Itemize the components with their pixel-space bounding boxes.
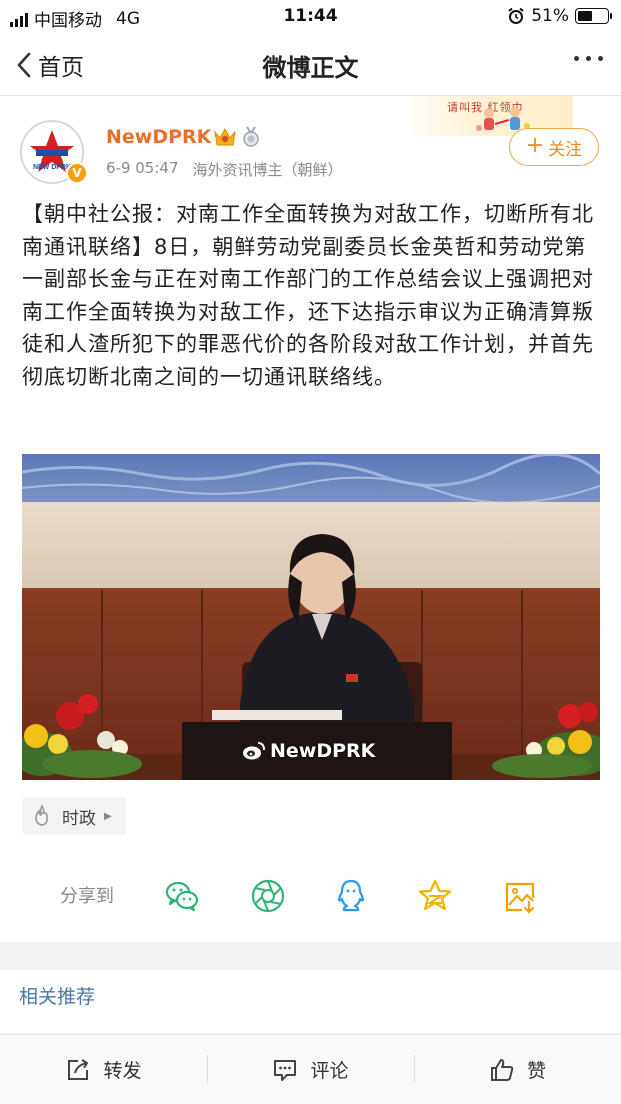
comment-label: 评论 <box>310 1060 349 1082</box>
bottom-toolbar: 转发 评论 赞 <box>0 1034 621 1104</box>
section-divider <box>0 942 621 970</box>
more-dot-icon <box>598 56 603 61</box>
repost-label: 转发 <box>103 1060 142 1082</box>
more-dot-icon <box>586 56 591 61</box>
author-name[interactable]: NewDPRK <box>106 126 211 148</box>
image-watermark: NewDPRK <box>242 740 375 762</box>
alarm-icon <box>508 7 524 24</box>
battery-icon <box>575 8 612 24</box>
plus-icon: + <box>525 133 545 158</box>
weibo-post-page: 中国移动 4G 11:44 51% 首页 微博正文 请叫我 红领巾 NEW DP… <box>0 0 621 1104</box>
crown-badge-icon[interactable] <box>213 126 237 148</box>
share-row: 分享到 <box>0 874 621 918</box>
follow-label: 关注 <box>548 139 583 160</box>
back-button[interactable]: 首页 <box>14 48 84 82</box>
watermark-text: NewDPRK <box>270 740 376 762</box>
like-button[interactable]: 赞 <box>414 1035 621 1104</box>
status-bar: 中国移动 4G 11:44 51% <box>0 0 621 34</box>
like-label: 赞 <box>526 1060 546 1082</box>
caret-right-icon: ▶ <box>104 810 112 822</box>
page-title: 微博正文 <box>262 54 359 82</box>
verified-badge: V <box>66 162 88 184</box>
comment-icon <box>274 1059 297 1081</box>
post-text: 【朝中社公报：对南工作全面转换为对敌工作，切断所有北南通讯联络】8日，朝鲜劳动党… <box>22 202 594 389</box>
status-right: 51% <box>507 6 612 26</box>
repost-button[interactable]: 转发 <box>0 1035 207 1104</box>
save-image-icon[interactable] <box>502 878 538 914</box>
related-title[interactable]: 相关推荐 <box>19 982 95 1009</box>
thumbs-up-icon <box>490 1058 514 1081</box>
weibo-logo-icon <box>243 742 265 760</box>
repost-icon <box>68 1058 89 1080</box>
topic-label: 时政 <box>62 808 96 829</box>
medal-badge-icon[interactable] <box>241 126 261 148</box>
related-section: 相关推荐 <box>0 970 621 1034</box>
post-image[interactable]: NewDPRK <box>22 454 600 780</box>
moments-icon[interactable] <box>250 878 286 914</box>
author-description: 海外资讯博主（朝鲜） <box>192 161 343 179</box>
post-photo <box>22 454 600 780</box>
author-header: 请叫我 红领巾 NEW DPRK V NewDPRK 6-9 05:47 海外资… <box>0 96 621 196</box>
post-time: 6-9 05:47 <box>106 159 179 177</box>
back-label: 首页 <box>38 55 84 81</box>
share-label: 分享到 <box>60 886 114 907</box>
wechat-icon[interactable] <box>164 878 200 914</box>
comment-button[interactable]: 评论 <box>207 1035 414 1104</box>
qzone-icon[interactable] <box>417 878 453 914</box>
nav-bar: 首页 微博正文 <box>0 34 621 96</box>
battery-percent: 51% <box>531 6 569 26</box>
more-dot-icon <box>574 56 579 61</box>
more-button[interactable] <box>574 56 603 61</box>
chevron-left-icon <box>17 52 31 78</box>
fire-icon <box>35 804 48 826</box>
topic-chip[interactable]: 时政 ▶ <box>22 797 126 835</box>
follow-button[interactable]: + 关注 <box>509 128 599 166</box>
author-meta: 6-9 05:47 海外资讯博主（朝鲜） <box>106 159 343 180</box>
qq-icon[interactable] <box>333 878 369 914</box>
